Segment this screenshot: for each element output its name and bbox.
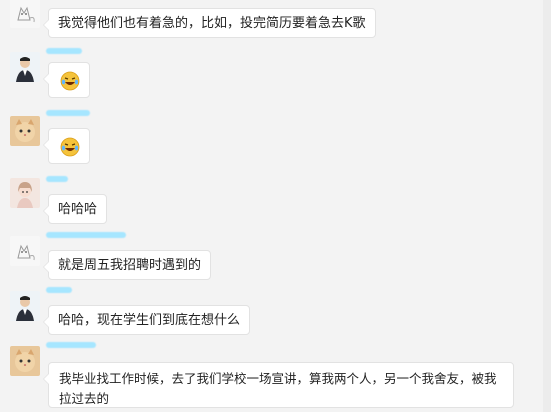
sender-name-redacted: [46, 232, 126, 238]
message-bubble[interactable]: 我觉得他们也有着急的，比如，投完简历要着急去K歌: [43, 8, 376, 38]
sender-name-redacted: [46, 48, 82, 54]
message-bubble[interactable]: 就是周五我招聘时遇到的: [42, 250, 212, 280]
sender-name-redacted: [46, 110, 90, 116]
emoji-bubble[interactable]: [43, 128, 90, 164]
cartoon-girl-avatar[interactable]: [10, 178, 40, 208]
man-suit-avatar[interactable]: [10, 291, 40, 321]
message-bubble[interactable]: 哈哈哈: [42, 194, 108, 224]
cat-photo-avatar[interactable]: [10, 116, 40, 146]
message-bubble[interactable]: 哈哈，现在学生们到底在想什么: [42, 305, 251, 335]
sender-name-redacted: [46, 287, 72, 293]
laughing-tears-emoji: [60, 71, 80, 91]
chat-scrollbar[interactable]: [543, 0, 551, 412]
man-suit-avatar[interactable]: [10, 52, 40, 82]
message-bubble[interactable]: 我毕业找工作时候，去了我们学校一场宣讲，算我两个人，另一个我舍友，被我拉过去的: [43, 362, 514, 408]
cat-photo-avatar[interactable]: [10, 346, 40, 376]
chat-history: 我觉得他们也有着急的，比如，投完简历要着急去K歌 哈哈哈 就是周五我招聘时遇到的…: [0, 0, 551, 412]
cat-sketch-avatar[interactable]: [10, 236, 40, 266]
sender-name-redacted: [46, 342, 96, 348]
sender-name-redacted: [46, 176, 68, 182]
cat-sketch-avatar[interactable]: [10, 0, 40, 28]
emoji-bubble[interactable]: [43, 62, 90, 98]
laughing-tears-emoji: [60, 137, 80, 157]
